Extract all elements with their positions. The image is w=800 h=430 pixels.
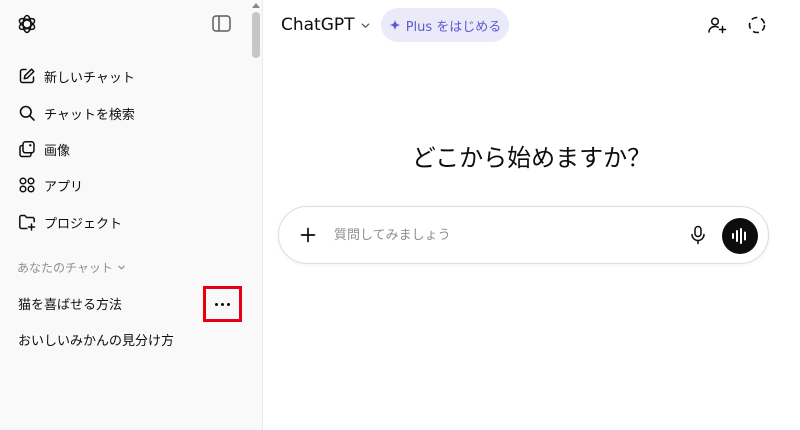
- more-dots-icon: [215, 302, 230, 306]
- sidebar-header: [0, 0, 263, 50]
- chat-title: おいしいみかんの見分け方: [18, 333, 175, 349]
- sidebar-scrollbar[interactable]: [250, 0, 263, 430]
- project-folder-icon: [19, 214, 36, 231]
- section-title: あなたのチャット: [17, 261, 113, 275]
- chat-title: 猫を喜ばせる方法: [18, 297, 123, 313]
- invite-button[interactable]: [705, 13, 729, 37]
- sidebar-item-label: 画像: [44, 143, 71, 159]
- sparkle-icon: [389, 19, 401, 31]
- sidebar-item-search-chats[interactable]: チャットを検索: [8, 97, 244, 129]
- temporary-chat-button[interactable]: [745, 13, 769, 37]
- apps-icon: [19, 177, 35, 193]
- chat-history-section-toggle[interactable]: あなたのチャット: [17, 259, 126, 276]
- scroll-up-arrow[interactable]: [252, 3, 260, 8]
- prompt-input[interactable]: [334, 223, 664, 247]
- sidebar-item-label: チャットを検索: [44, 107, 135, 123]
- upgrade-plus-button[interactable]: Plus をはじめる: [381, 8, 509, 42]
- model-name: ChatGPT: [281, 15, 355, 35]
- dictate-button[interactable]: [687, 224, 709, 246]
- search-icon: [19, 105, 35, 121]
- page-title: どこから始めますか？: [411, 144, 652, 172]
- sidebar-item-images[interactable]: 画像: [8, 133, 244, 165]
- chat-history-item[interactable]: おいしいみかんの見分け方: [8, 323, 244, 355]
- sidebar-item-apps[interactable]: アプリ: [8, 169, 244, 201]
- sidebar-item-new-chat[interactable]: 新しいチャット: [8, 60, 244, 92]
- chevron-down-icon: [361, 22, 369, 28]
- edit-icon: [19, 68, 35, 84]
- chevron-down-icon: [118, 265, 125, 270]
- attach-button[interactable]: [297, 224, 319, 246]
- chat-options-button[interactable]: [203, 286, 242, 322]
- sidebar-item-label: アプリ: [44, 179, 84, 195]
- voice-mode-button[interactable]: [722, 218, 758, 254]
- sidebar-item-label: プロジェクト: [44, 216, 123, 232]
- temporary-chat-icon: [748, 16, 766, 34]
- openai-logo-icon[interactable]: [16, 13, 38, 35]
- prompt-composer: [278, 206, 769, 264]
- sidebar-item-label: 新しいチャット: [44, 70, 135, 86]
- sidebar-toggle-icon[interactable]: [212, 15, 231, 32]
- add-user-icon: [708, 17, 727, 34]
- upgrade-plus-label: Plus をはじめる: [405, 19, 502, 35]
- sidebar: 新しいチャット チャットを検索 画像 アプリ プロジェクト あなたのチャット 猫…: [0, 0, 263, 430]
- plus-icon: [300, 227, 316, 243]
- microphone-icon: [691, 225, 705, 245]
- images-icon: [19, 141, 35, 158]
- scroll-thumb[interactable]: [252, 12, 260, 58]
- model-selector[interactable]: ChatGPT: [272, 8, 380, 42]
- voice-wave-icon: [732, 228, 746, 244]
- sidebar-item-projects[interactable]: プロジェクト: [8, 206, 244, 238]
